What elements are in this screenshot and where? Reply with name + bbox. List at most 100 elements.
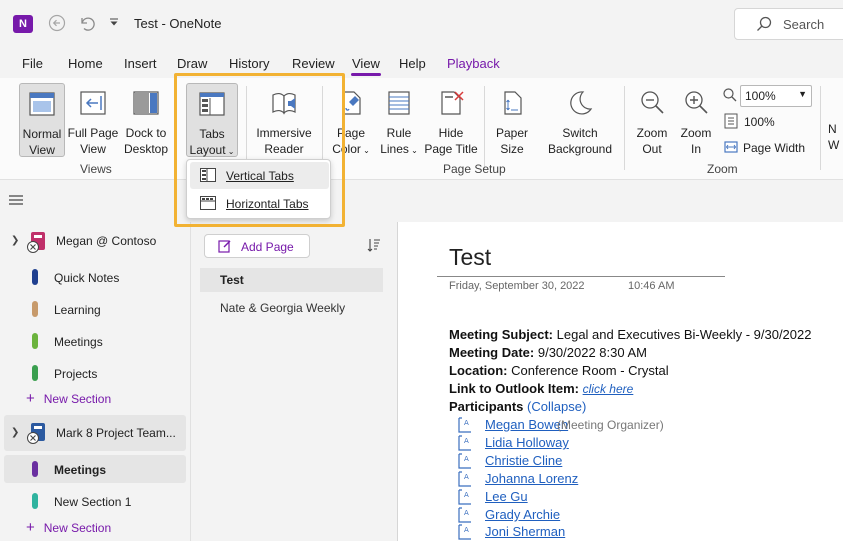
chevron-down-icon[interactable]: ❯ — [11, 235, 19, 246]
cut-off-label-2: W — [828, 138, 840, 152]
new-section-button[interactable]: + New Section — [26, 390, 111, 407]
tabs-layout-label-1: Tabs — [199, 127, 225, 141]
meeting-subject-value: Legal and Executives Bi-Weekly - 9/30/20… — [553, 327, 812, 342]
back-arrow-icon[interactable] — [47, 14, 67, 34]
page-item-nate-georgia[interactable]: Nate & Georgia Weekly — [200, 296, 383, 320]
rule-lines-label-2: Lines — [380, 142, 409, 156]
meeting-details[interactable]: Meeting Subject: Legal and Executives Bi… — [449, 326, 811, 416]
note-canvas[interactable]: Test Friday, September 30, 2022 10:46 AM… — [397, 222, 843, 541]
meeting-subject-line: Meeting Subject: Legal and Executives Bi… — [449, 326, 811, 344]
cut-off-label-1: N — [828, 122, 837, 136]
tab-insert[interactable]: Insert — [124, 56, 157, 71]
outlook-item-link[interactable]: click here — [583, 382, 634, 396]
location-line: Location: Conference Room - Crystal — [449, 362, 811, 380]
contact-card-icon: A — [458, 435, 471, 451]
dock-to-desktop-label-2: Desktop — [123, 142, 169, 156]
ribbon-divider — [624, 86, 625, 170]
participant-link[interactable]: Christie Cline — [485, 453, 562, 468]
notebook-megan-contoso[interactable]: ❯ Megan @ Contoso — [4, 225, 186, 257]
tab-help[interactable]: Help — [399, 56, 426, 71]
tab-draw[interactable]: Draw — [177, 56, 207, 71]
page-color-button[interactable]: Page Color ⌄ — [328, 83, 374, 157]
immersive-reader-label-2: Reader — [264, 142, 304, 156]
page-width-button[interactable]: Page Width — [743, 141, 805, 155]
page-date: Friday, September 30, 2022 — [449, 280, 585, 292]
title-underline — [437, 276, 725, 277]
section-meetings[interactable]: Meetings — [4, 327, 186, 355]
tab-home[interactable]: Home — [68, 56, 103, 71]
customize-qat-icon[interactable] — [104, 14, 124, 34]
page-title[interactable]: Test — [449, 244, 491, 271]
views-group-label: Views — [80, 162, 112, 176]
search-box[interactable]: Search — [734, 8, 843, 40]
new-section-button[interactable]: + New Section — [26, 519, 111, 536]
contact-card-icon: A — [458, 524, 471, 540]
tab-file[interactable]: File — [22, 56, 43, 71]
search-icon — [757, 16, 772, 31]
vertical-tabs-label: Vertical Tabs — [226, 169, 294, 183]
contact-card-icon: A — [458, 489, 471, 505]
dock-to-desktop-icon — [133, 91, 159, 115]
add-page-icon — [218, 240, 231, 253]
section-meetings-selected[interactable]: Meetings — [4, 455, 186, 483]
vertical-tabs-menu-item[interactable]: Vertical Tabs — [190, 162, 329, 189]
participant-link[interactable]: Johanna Lorenz — [485, 471, 578, 486]
meeting-date-line: Meeting Date: 9/30/2022 8:30 AM — [449, 344, 811, 362]
hamburger-menu-icon[interactable] — [9, 195, 23, 205]
tab-view[interactable]: View — [351, 56, 381, 76]
tabs-layout-button[interactable]: Tabs Layout ⌄ — [186, 83, 238, 157]
cut-off-ribbon-button[interactable]: N W — [828, 83, 843, 157]
normal-view-button[interactable]: Normal View — [19, 83, 65, 157]
switch-background-button[interactable]: Switch Background — [542, 83, 618, 157]
svg-text:A: A — [464, 491, 469, 499]
zoom-out-button[interactable]: Zoom Out — [630, 83, 674, 157]
participant-link[interactable]: Lidia Holloway — [485, 435, 569, 450]
tab-review[interactable]: Review — [292, 56, 335, 71]
normal-view-label-1: Normal — [22, 127, 62, 141]
chevron-down-icon[interactable]: ❯ — [11, 427, 19, 438]
sort-icon[interactable] — [367, 238, 381, 252]
page-width-icon — [724, 141, 738, 153]
zoom-in-button[interactable]: Zoom In — [674, 83, 718, 157]
zoom-level-select[interactable]: 100% ▼ — [740, 85, 812, 107]
participant-link[interactable]: Lee Gu — [485, 489, 528, 504]
participant-link[interactable]: Megan Bowen — [485, 417, 568, 432]
section-quick-notes[interactable]: Quick Notes — [4, 263, 186, 291]
section-color-bar — [32, 333, 38, 349]
section-label: Quick Notes — [54, 271, 120, 285]
notebook-icon — [27, 423, 45, 444]
notebook-mark8-project-team[interactable]: ❯ Mark 8 Project Team... — [4, 415, 186, 451]
normal-view-icon — [29, 92, 55, 116]
paper-size-button[interactable]: Paper Size — [490, 83, 534, 157]
section-label: New Section 1 — [54, 495, 132, 509]
vertical-tabs-icon — [200, 168, 216, 182]
hundred-percent-button[interactable]: 100% — [744, 115, 775, 129]
section-color-bar — [32, 269, 38, 285]
collapse-participants-link[interactable]: (Collapse) — [527, 399, 586, 414]
participants-line: Participants (Collapse) — [449, 398, 811, 416]
immersive-reader-button[interactable]: Immersive Reader — [252, 83, 316, 157]
hide-page-title-icon — [441, 91, 464, 115]
section-learning[interactable]: Learning — [4, 295, 186, 323]
section-new-section-1[interactable]: New Section 1 — [4, 487, 186, 515]
full-page-view-button[interactable]: Full Page View — [67, 83, 119, 157]
horizontal-tabs-menu-item[interactable]: Horizontal Tabs — [190, 190, 329, 217]
outlook-link-line: Link to Outlook Item: click here — [449, 380, 811, 398]
full-page-view-label-1: Full Page — [67, 126, 119, 140]
chevron-down-icon: ⌄ — [225, 147, 235, 156]
rule-lines-icon — [388, 91, 410, 115]
participant-link[interactable]: Grady Archie — [485, 507, 560, 522]
tabs-layout-icon — [199, 92, 225, 116]
tab-playback[interactable]: Playback — [447, 56, 500, 71]
title-bar: N Test - OneNote Search — [0, 0, 843, 48]
page-item-test[interactable]: Test — [200, 268, 383, 292]
section-projects[interactable]: Projects — [4, 359, 186, 387]
hide-page-title-button[interactable]: Hide Page Title — [424, 83, 478, 157]
undo-icon[interactable] — [76, 14, 96, 34]
add-page-label: Add Page — [241, 240, 294, 254]
participant-link[interactable]: Joni Sherman — [485, 524, 565, 539]
tab-history[interactable]: History — [229, 56, 269, 71]
dock-to-desktop-button[interactable]: Dock to Desktop — [121, 83, 171, 157]
rule-lines-button[interactable]: Rule Lines ⌄ — [376, 83, 422, 157]
add-page-button[interactable]: Add Page — [204, 234, 310, 258]
